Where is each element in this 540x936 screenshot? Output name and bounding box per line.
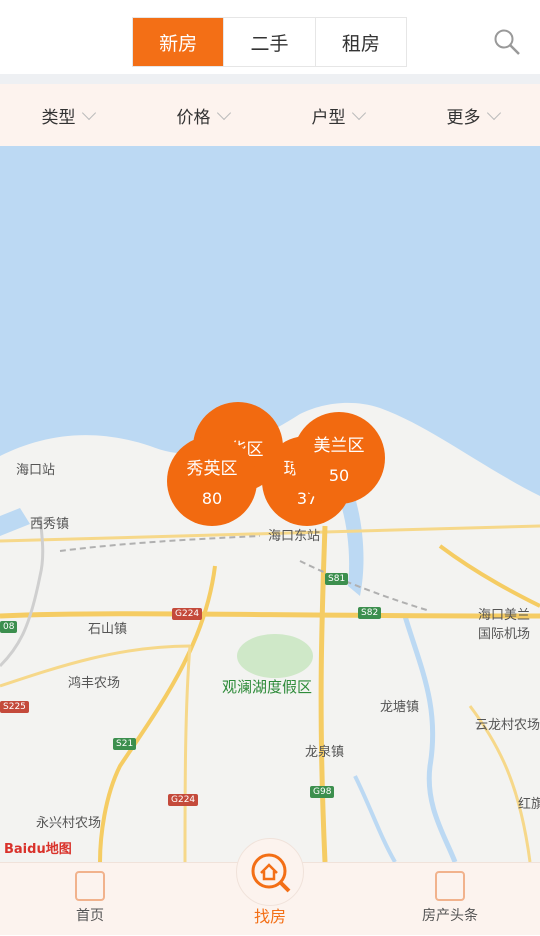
map-label-haikou-station: 海口站 bbox=[16, 463, 56, 478]
filter-more[interactable]: 更多 bbox=[405, 84, 540, 146]
road-shield-s21: S21 bbox=[113, 738, 137, 750]
nav-home[interactable]: 首页 bbox=[30, 863, 150, 936]
map-label-yongxing: 永兴村农场 bbox=[36, 816, 102, 831]
road-shield-s82: S82 bbox=[358, 607, 382, 619]
cluster-meilan[interactable]: 美兰区 50 bbox=[293, 412, 385, 504]
map-label-yunlong: 云龙村农场 bbox=[475, 718, 540, 733]
filter-bar: 类型 价格 户型 更多 bbox=[0, 84, 540, 146]
road-shield-s225: S225 bbox=[0, 701, 29, 713]
filter-layout[interactable]: 户型 bbox=[270, 84, 405, 146]
newspaper-icon bbox=[435, 871, 465, 901]
find-house-center-button[interactable] bbox=[236, 838, 304, 906]
road-shield-g98: G98 bbox=[310, 786, 335, 798]
road-shield-g224-b: G224 bbox=[168, 794, 199, 806]
chevron-down-icon bbox=[486, 105, 501, 120]
chevron-down-icon bbox=[81, 105, 96, 120]
cluster-xiuying[interactable]: 秀英区 80 bbox=[167, 436, 257, 526]
road-shield-s81: S81 bbox=[325, 573, 349, 585]
map-view[interactable]: 海口站 西秀镇 海口东站 石山镇 鸿丰农场 观澜湖度假区 龙塘镇 龙泉镇 云龙村… bbox=[0, 146, 540, 862]
map-label-xixiu-town: 西秀镇 bbox=[30, 517, 70, 532]
listing-type-tabs: 新房 二手 租房 bbox=[132, 17, 407, 67]
map-label-hongqi: 红旗 bbox=[518, 797, 540, 812]
tab-new-house[interactable]: 新房 bbox=[133, 18, 224, 66]
home-icon bbox=[75, 871, 105, 901]
map-label-hongfeng: 鸿丰农场 bbox=[68, 676, 121, 691]
search-icon[interactable] bbox=[492, 27, 522, 57]
map-label-haikou-east: 海口东站 bbox=[268, 529, 321, 544]
nav-news[interactable]: 房产头条 bbox=[390, 863, 510, 936]
chevron-down-icon bbox=[351, 105, 366, 120]
road-shield-g224-a: G224 bbox=[172, 608, 203, 620]
chevron-down-icon bbox=[216, 105, 231, 120]
tab-rent[interactable]: 租房 bbox=[314, 18, 406, 66]
map-label-longquan: 龙泉镇 bbox=[305, 745, 345, 760]
baidu-map-logo: Baidu地图 bbox=[4, 842, 72, 857]
top-bar: 新房 二手 租房 bbox=[0, 0, 540, 76]
house-search-icon bbox=[251, 853, 291, 893]
map-label-longtang: 龙塘镇 bbox=[380, 700, 420, 715]
tab-second-hand[interactable]: 二手 bbox=[223, 18, 314, 66]
map-label-airport-1: 海口美兰 bbox=[478, 608, 531, 623]
map-label-airport-2: 国际机场 bbox=[478, 627, 531, 642]
filter-type[interactable]: 类型 bbox=[0, 84, 135, 146]
filter-price[interactable]: 价格 bbox=[135, 84, 270, 146]
road-shield-08: 08 bbox=[0, 621, 18, 633]
map-label-guanlan: 观澜湖度假区 bbox=[222, 678, 313, 696]
map-label-shishan: 石山镇 bbox=[88, 622, 128, 637]
